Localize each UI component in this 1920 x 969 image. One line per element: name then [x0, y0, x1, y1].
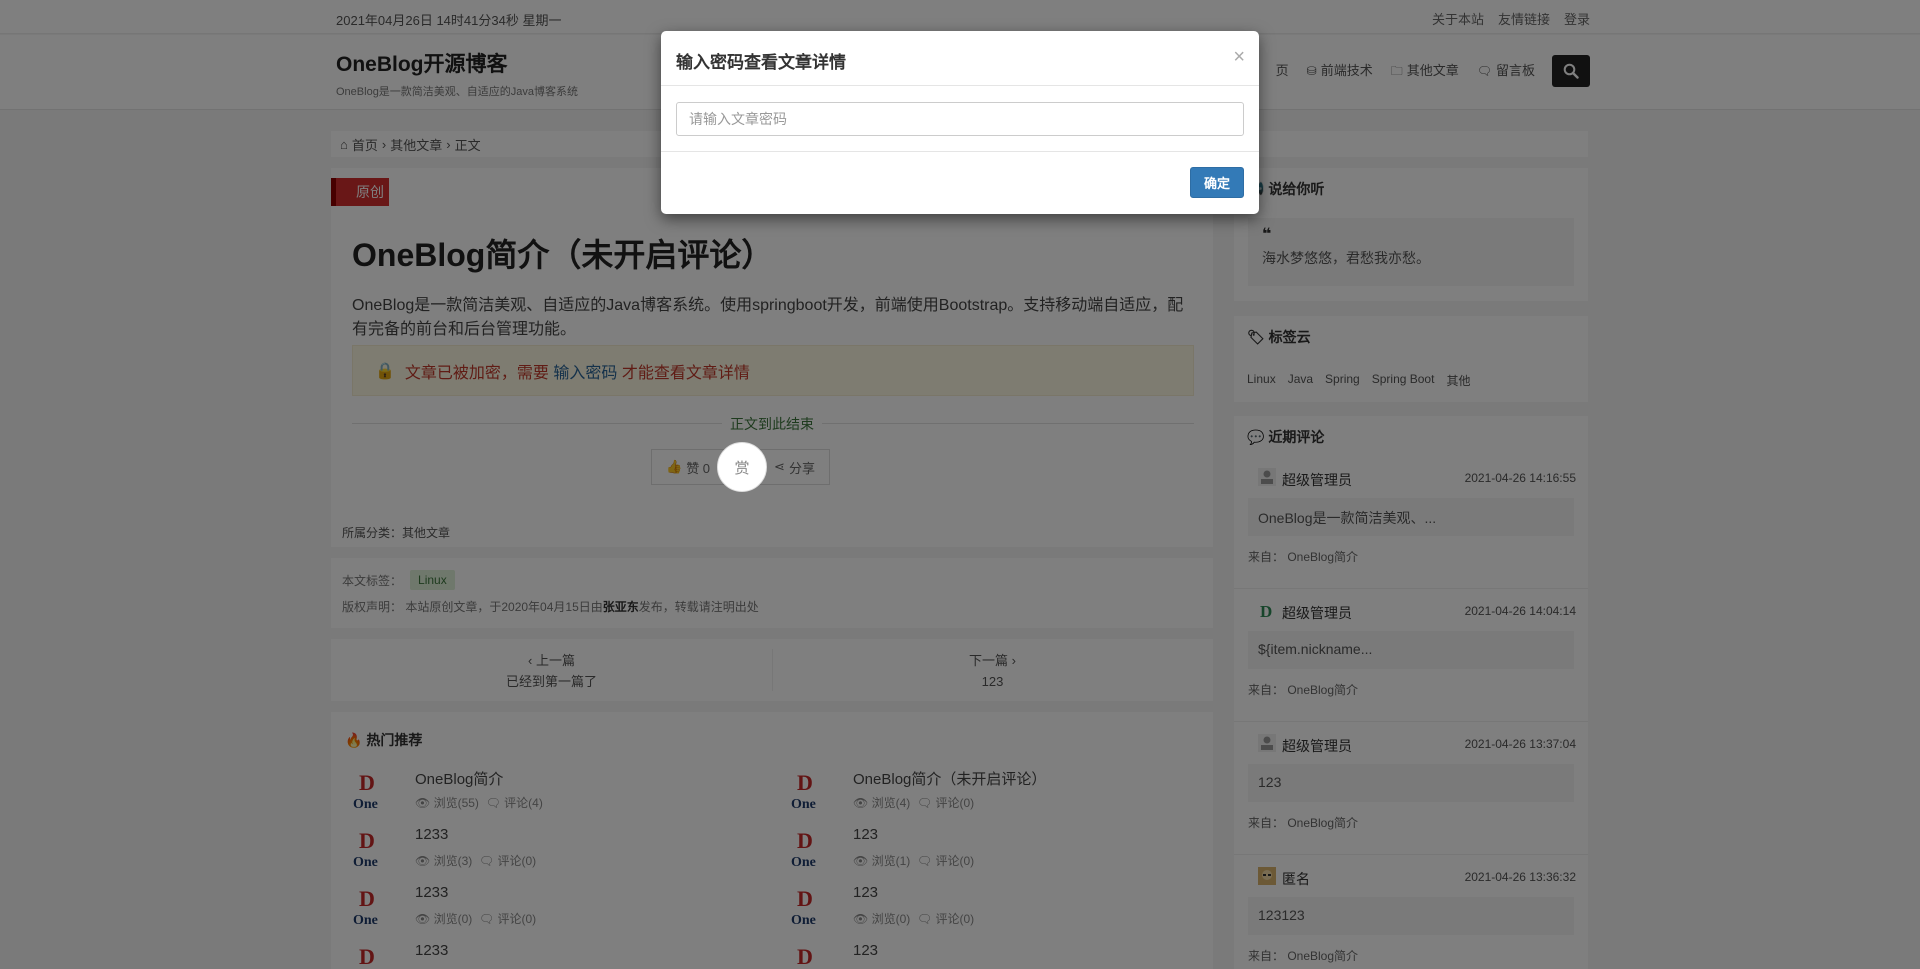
modal-header: 输入密码查看文章详情 ×	[661, 31, 1259, 86]
reward-button[interactable]: 赏	[717, 442, 768, 492]
modal-title: 输入密码查看文章详情	[676, 53, 846, 72]
modal-footer-divider	[661, 151, 1259, 152]
close-icon[interactable]: ×	[1233, 47, 1245, 67]
confirm-button[interactable]: 确定	[1190, 167, 1244, 198]
password-input[interactable]	[676, 102, 1244, 136]
password-modal: 输入密码查看文章详情 × 确定	[661, 31, 1259, 214]
